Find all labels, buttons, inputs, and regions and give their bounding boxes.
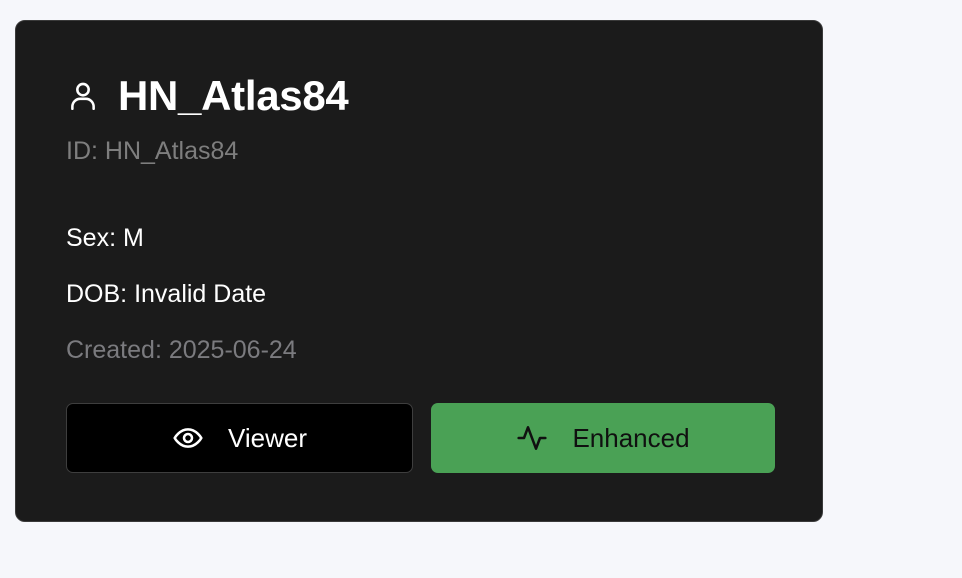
profile-sex: Sex: M	[66, 224, 144, 252]
enhanced-button[interactable]: Enhanced	[431, 403, 775, 473]
eye-icon	[172, 422, 204, 454]
profile-card: HN_Atlas84 ID: HN_Atlas84 Sex: M DOB: In…	[15, 20, 823, 522]
profile-id: ID: HN_Atlas84	[66, 137, 239, 165]
profile-name: HN_Atlas84	[118, 72, 349, 119]
profile-dob: DOB: Invalid Date	[66, 280, 267, 308]
viewer-button[interactable]: Viewer	[66, 403, 413, 473]
user-icon	[66, 77, 104, 115]
profile-created-date: Created: 2025-06-24	[66, 336, 297, 364]
viewer-button-label: Viewer	[227, 422, 307, 453]
enhanced-button-label: Enhanced	[572, 422, 690, 453]
profile-header: HN_Atlas84	[66, 69, 349, 123]
activity-icon	[516, 422, 548, 454]
